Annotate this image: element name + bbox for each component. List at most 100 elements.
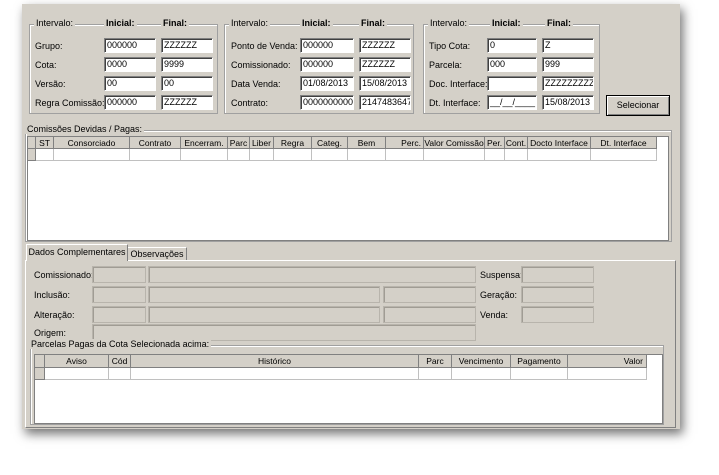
- comissionado-label: Comissionado:: [34, 270, 94, 280]
- col-valor-comissao[interactable]: Valor Comissão: [424, 137, 485, 149]
- filter-group-1-final-header: Final:: [161, 18, 189, 28]
- table-cell[interactable]: [274, 149, 312, 161]
- table-cell[interactable]: [54, 149, 130, 161]
- parcels-grid[interactable]: Aviso Cód Histórico Parc Vencimento Paga…: [34, 354, 663, 424]
- table-cell[interactable]: [36, 149, 54, 161]
- table-cell[interactable]: [312, 149, 348, 161]
- col-docto-interface[interactable]: Docto Interface: [528, 137, 591, 149]
- ponto-de-venda-final-input[interactable]: ZZZZZZ: [359, 38, 411, 53]
- inclusao-label: Inclusão:: [34, 290, 71, 300]
- col-liber[interactable]: Liber: [250, 137, 274, 149]
- table-cell[interactable]: [386, 149, 424, 161]
- cota-initial-input[interactable]: 0000: [104, 57, 156, 72]
- grupo-initial-input[interactable]: 000000: [104, 38, 156, 53]
- parcela-initial-input[interactable]: 000: [487, 57, 537, 72]
- col-historico[interactable]: Histórico: [131, 355, 419, 368]
- comissionado-filter-label: Comissionado:: [231, 60, 291, 70]
- inclusao-extra-field: [383, 286, 476, 303]
- ponto-de-venda-initial-input[interactable]: 000000: [300, 38, 354, 53]
- versao-final-input[interactable]: 00: [161, 76, 213, 91]
- table-cell[interactable]: [228, 149, 250, 161]
- table-cell[interactable]: [452, 368, 511, 380]
- col-st[interactable]: ST: [36, 137, 54, 149]
- row-indicator[interactable]: [35, 368, 45, 380]
- col-consorciado[interactable]: Consorciado: [54, 137, 130, 149]
- row-indicator[interactable]: [28, 149, 36, 161]
- dt-interface-initial-input[interactable]: __/__/____: [487, 95, 537, 110]
- filter-group-3-initial-header: Inicial:: [490, 18, 523, 28]
- table-cell[interactable]: [485, 149, 505, 161]
- col-valor[interactable]: Valor: [568, 355, 647, 368]
- suspensa-field: [521, 266, 594, 283]
- doc-interface-label: Doc. Interface:: [429, 79, 488, 89]
- origem-label: Origem:: [34, 328, 67, 338]
- filter-group-3-legend: Intervalo:: [428, 18, 470, 28]
- table-cell[interactable]: [45, 368, 109, 380]
- col-dt-interface[interactable]: Dt. Interface: [591, 137, 657, 149]
- filter-group-2-legend: Intervalo:: [229, 18, 271, 28]
- table-cell[interactable]: [419, 368, 452, 380]
- col-per[interactable]: Per.: [485, 137, 505, 149]
- table-cell[interactable]: [424, 149, 485, 161]
- table-cell[interactable]: [568, 368, 647, 380]
- inclusao-date-field: [92, 286, 146, 303]
- col-parc[interactable]: Parc: [228, 137, 250, 149]
- table-cell[interactable]: [131, 368, 419, 380]
- grupo-label: Grupo:: [35, 41, 63, 51]
- contrato-label: Contrato:: [231, 98, 269, 108]
- ponto-de-venda-label: Ponto de Venda:: [231, 41, 298, 51]
- venda-label: Venda:: [480, 310, 509, 320]
- col-categ[interactable]: Categ.: [312, 137, 348, 149]
- table-cell[interactable]: [109, 368, 131, 380]
- col-pagamento[interactable]: Pagamento: [511, 355, 568, 368]
- col-encerram[interactable]: Encerram.: [181, 137, 228, 149]
- parcela-final-input[interactable]: 999: [542, 57, 594, 72]
- table-cell[interactable]: [181, 149, 228, 161]
- versao-initial-input[interactable]: 00: [104, 76, 156, 91]
- main-window: Intervalo: Inicial: Final: Grupo: 000000…: [22, 4, 680, 429]
- table-cell[interactable]: [505, 149, 528, 161]
- col-regra[interactable]: Regra: [274, 137, 312, 149]
- tipo-cota-final-input[interactable]: Z: [542, 38, 594, 53]
- filter-group-2-final-header: Final:: [359, 18, 387, 28]
- col-bem[interactable]: Bem: [348, 137, 386, 149]
- col-vencimento[interactable]: Vencimento: [452, 355, 511, 368]
- table-cell[interactable]: [528, 149, 591, 161]
- parcela-label: Parcela:: [429, 60, 463, 70]
- doc-interface-final-input[interactable]: ZZZZZZZZZ: [542, 76, 594, 91]
- data-venda-initial-input[interactable]: 01/08/2013: [300, 76, 354, 91]
- tab-observacoes[interactable]: Observações: [127, 247, 187, 261]
- comissionado-name-field: [148, 266, 476, 283]
- tipo-cota-initial-input[interactable]: 0: [487, 38, 537, 53]
- commissions-grid[interactable]: ST Consorciado Contrato Encerram. Parc L…: [27, 136, 669, 241]
- col-contrato[interactable]: Contrato: [130, 137, 181, 149]
- cota-label: Cota:: [35, 60, 57, 70]
- doc-interface-initial-input[interactable]: [487, 76, 537, 91]
- comissionado-initial-input[interactable]: 000000: [300, 57, 354, 72]
- col-parc[interactable]: Parc: [419, 355, 452, 368]
- table-cell[interactable]: [130, 149, 181, 161]
- filter-group-3-final-header: Final:: [545, 18, 573, 28]
- selecionar-button[interactable]: Selecionar: [606, 95, 670, 116]
- col-cont[interactable]: Cont.: [505, 137, 528, 149]
- regra-comissao-initial-input[interactable]: 000000: [104, 95, 156, 110]
- col-cod[interactable]: Cód: [109, 355, 131, 368]
- dt-interface-label: Dt. Interface:: [429, 98, 481, 108]
- contrato-final-input[interactable]: 2147483647: [359, 95, 411, 110]
- col-aviso[interactable]: Aviso: [45, 355, 109, 368]
- tab-dados-complementares[interactable]: Dados Complementares: [26, 244, 128, 261]
- table-cell[interactable]: [250, 149, 274, 161]
- dt-interface-final-input[interactable]: 15/08/2013: [542, 95, 594, 110]
- contrato-initial-input[interactable]: 0000000000: [300, 95, 354, 110]
- table-cell[interactable]: [591, 149, 657, 161]
- table-cell[interactable]: [348, 149, 386, 161]
- col-perc[interactable]: Perc.: [386, 137, 424, 149]
- data-venda-label: Data Venda:: [231, 79, 281, 89]
- regra-comissao-final-input[interactable]: ZZZZZZ: [161, 95, 213, 110]
- commissions-legend: Comissões Devidas / Pagas:: [25, 124, 145, 134]
- comissionado-final-input[interactable]: ZZZZZZ: [359, 57, 411, 72]
- cota-final-input[interactable]: 9999: [161, 57, 213, 72]
- grupo-final-input[interactable]: ZZZZZZ: [161, 38, 213, 53]
- data-venda-final-input[interactable]: 15/08/2013: [359, 76, 411, 91]
- table-cell[interactable]: [511, 368, 568, 380]
